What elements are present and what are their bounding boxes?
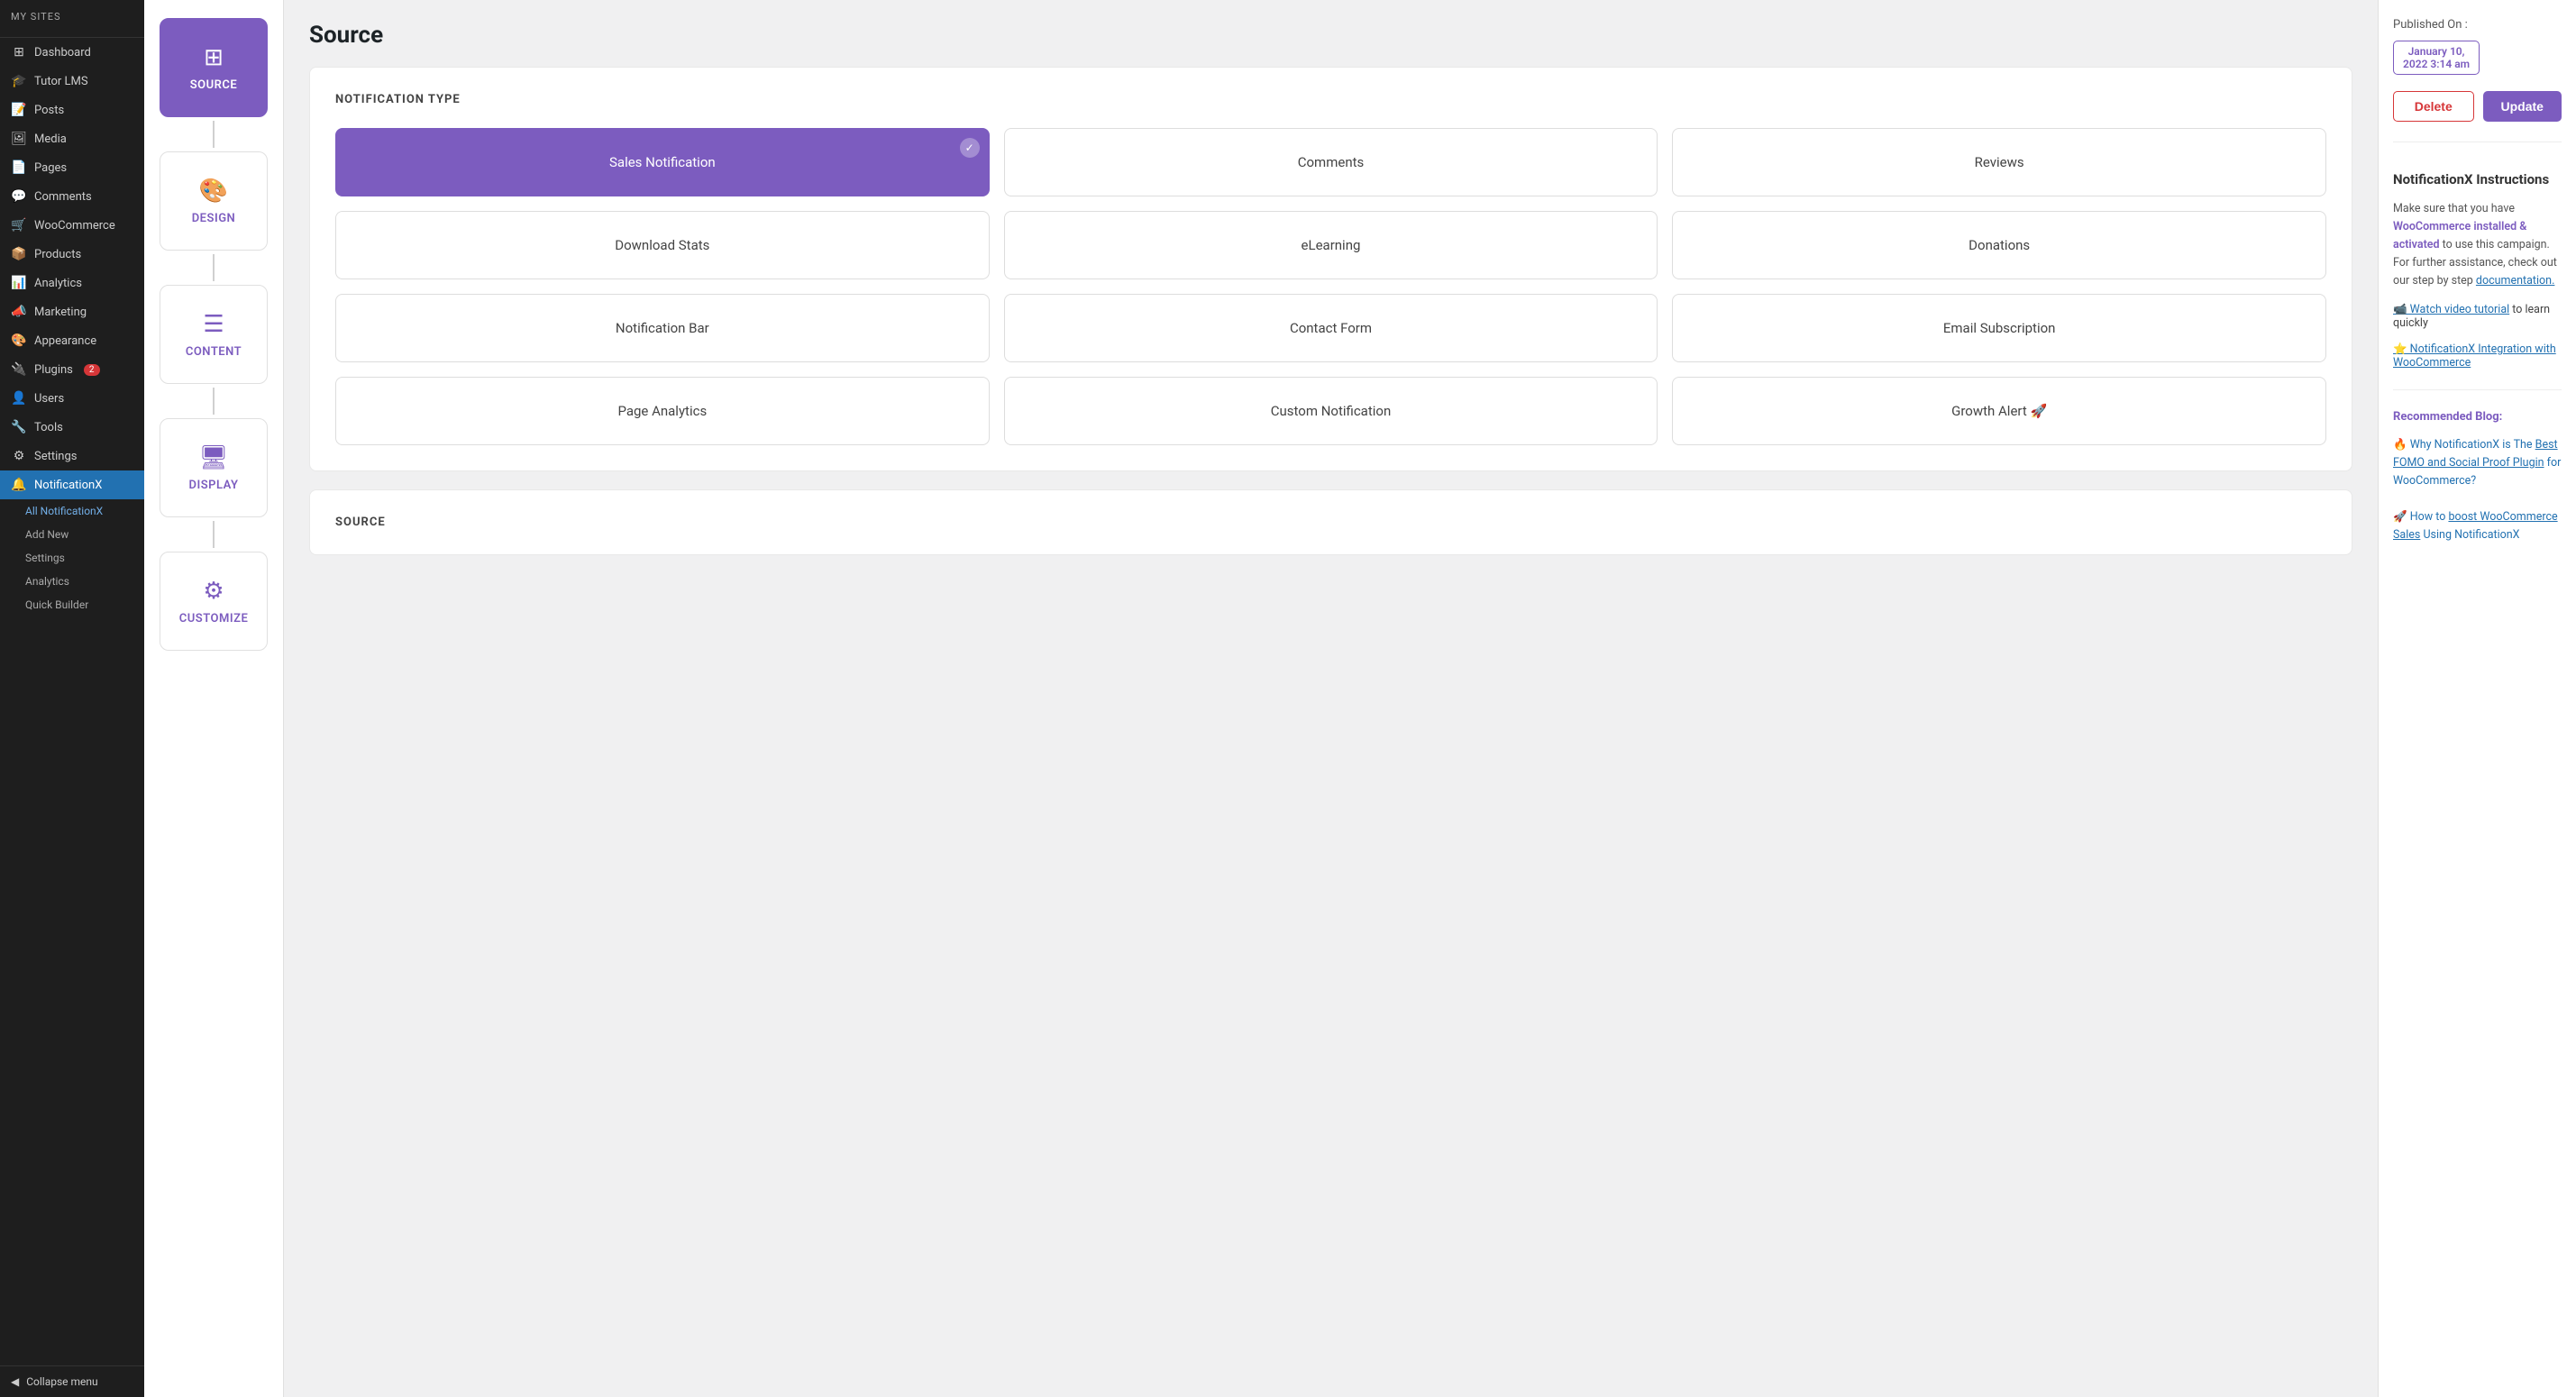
content-step-icon: ☰ bbox=[203, 311, 224, 338]
wizard-step-display: 🖥 DISPLAY bbox=[153, 418, 274, 552]
wizard-connector-3 bbox=[213, 388, 215, 415]
plugins-icon: 🔌 bbox=[11, 362, 27, 377]
notif-card-download-stats[interactable]: Download Stats bbox=[335, 211, 990, 279]
sidebar-item-plugins[interactable]: 🔌 Plugins 2 bbox=[0, 355, 144, 384]
sidebar-item-settings[interactable]: ⚙ Settings bbox=[0, 442, 144, 470]
design-step-icon: 🎨 bbox=[199, 178, 228, 205]
wizard-step-source: ⊞ SOURCE bbox=[153, 18, 274, 151]
content-area: Source NOTIFICATION TYPE ✓ Sales Notific… bbox=[284, 0, 2378, 1397]
notificationx-icon: 🔔 bbox=[11, 478, 27, 492]
sidebar-item-products[interactable]: 📦 Products bbox=[0, 240, 144, 269]
delete-button[interactable]: Delete bbox=[2393, 91, 2474, 122]
wizard-step-customize: ⚙ CUSTOMIZE bbox=[153, 552, 274, 651]
source-section-title: SOURCE bbox=[335, 516, 2326, 529]
posts-icon: 📝 bbox=[11, 103, 27, 117]
tools-icon: 🔧 bbox=[11, 420, 27, 434]
notif-card-contact-form[interactable]: Contact Form bbox=[1004, 294, 1658, 362]
sidebar-sub-add-new[interactable]: Add New bbox=[0, 523, 144, 546]
users-icon: 👤 bbox=[11, 391, 27, 406]
wizard-step-display-card[interactable]: 🖥 DISPLAY bbox=[160, 418, 268, 517]
blog-link-2: 🚀 How to boost WooCommerce Sales Using N… bbox=[2393, 508, 2562, 544]
wizard-step-source-card[interactable]: ⊞ SOURCE bbox=[160, 18, 268, 117]
wordpress-sidebar: My Sites ⊞ Dashboard 🎓 Tutor LMS 📝 Posts… bbox=[0, 0, 144, 1397]
collapse-icon: ◀ bbox=[11, 1375, 19, 1388]
sidebar-sub-settings[interactable]: Settings bbox=[0, 546, 144, 570]
sidebar-item-pages[interactable]: 📄 Pages bbox=[0, 153, 144, 182]
pages-icon: 📄 bbox=[11, 160, 27, 175]
wizard-connector-2 bbox=[213, 254, 215, 281]
comments-icon: 💬 bbox=[11, 189, 27, 204]
instructions-title: NotificationX Instructions bbox=[2393, 171, 2562, 187]
wizard-step-customize-card[interactable]: ⚙ CUSTOMIZE bbox=[160, 552, 268, 651]
page-title: Source bbox=[309, 22, 2352, 49]
sidebar-item-notificationx[interactable]: 🔔 NotificationX bbox=[0, 470, 144, 499]
notif-card-growth-alert[interactable]: Growth Alert 🚀 bbox=[1672, 377, 2326, 445]
dashboard-icon: ⊞ bbox=[11, 45, 27, 59]
sidebar-item-tutor-lms[interactable]: 🎓 Tutor LMS bbox=[0, 67, 144, 96]
published-on-label: Published On : bbox=[2393, 18, 2468, 32]
watch-video-link[interactable]: 📹 Watch video tutorial bbox=[2393, 303, 2509, 316]
right-panel: Published On : January 10,2022 3:14 am D… bbox=[2378, 0, 2576, 1397]
published-on-date: January 10,2022 3:14 am bbox=[2393, 41, 2480, 75]
notif-card-donations[interactable]: Donations bbox=[1672, 211, 2326, 279]
settings-icon: ⚙ bbox=[11, 449, 27, 463]
instructions-body: Make sure that you have WooCommerce inst… bbox=[2393, 200, 2562, 290]
main-area: ⊞ SOURCE 🎨 DESIGN ☰ CONTENT 🖥 DISP bbox=[144, 0, 2576, 1397]
woocommerce-icon: 🛒 bbox=[11, 218, 27, 233]
notif-card-custom-notification[interactable]: Custom Notification bbox=[1004, 377, 1658, 445]
plugins-badge: 2 bbox=[84, 364, 100, 376]
sidebar-item-comments[interactable]: 💬 Comments bbox=[0, 182, 144, 211]
appearance-icon: 🎨 bbox=[11, 333, 27, 348]
display-step-icon: 🖥 bbox=[198, 444, 228, 471]
sidebar-item-marketing[interactable]: 📣 Marketing bbox=[0, 297, 144, 326]
notification-type-section-title: NOTIFICATION TYPE bbox=[335, 93, 2326, 106]
blog-link-1: 🔥 Why NotificationX is The Best FOMO and… bbox=[2393, 436, 2562, 490]
recommended-blog-title: Recommended Blog: bbox=[2393, 410, 2562, 424]
integration-link[interactable]: ⭐ NotificationX Integration with WooComm… bbox=[2393, 342, 2556, 370]
check-icon: ✓ bbox=[960, 138, 980, 158]
notif-card-elearning[interactable]: eLearning bbox=[1004, 211, 1658, 279]
source-step-icon: ⊞ bbox=[204, 44, 224, 71]
wizard-step-design: 🎨 DESIGN bbox=[153, 151, 274, 285]
media-icon: 🖼 bbox=[11, 132, 27, 146]
analytics-icon: 📊 bbox=[11, 276, 27, 290]
products-icon: 📦 bbox=[11, 247, 27, 261]
integration-row: ⭐ NotificationX Integration with WooComm… bbox=[2393, 342, 2562, 370]
sidebar-item-woocommerce[interactable]: 🛒 WooCommerce bbox=[0, 211, 144, 240]
tutor-lms-icon: 🎓 bbox=[11, 74, 27, 88]
sidebar-sub-quick-builder[interactable]: Quick Builder bbox=[0, 593, 144, 616]
notif-card-notification-bar[interactable]: Notification Bar bbox=[335, 294, 990, 362]
divider-2 bbox=[2393, 389, 2562, 390]
sidebar-sub-all-notificationx[interactable]: All NotificationX bbox=[0, 499, 144, 523]
notif-card-email-subscription[interactable]: Email Subscription bbox=[1672, 294, 2326, 362]
notification-type-grid: ✓ Sales Notification Comments Reviews Do… bbox=[335, 128, 2326, 445]
watch-video-row: 📹 Watch video tutorial to learn quickly bbox=[2393, 303, 2562, 330]
wizard-step-design-card[interactable]: 🎨 DESIGN bbox=[160, 151, 268, 251]
documentation-link[interactable]: documentation. bbox=[2476, 274, 2554, 288]
update-button[interactable]: Update bbox=[2483, 91, 2562, 122]
sidebar-item-users[interactable]: 👤 Users bbox=[0, 384, 144, 413]
sidebar-item-appearance[interactable]: 🎨 Appearance bbox=[0, 326, 144, 355]
wizard-sidebar: ⊞ SOURCE 🎨 DESIGN ☰ CONTENT 🖥 DISP bbox=[144, 0, 284, 1397]
notif-card-reviews[interactable]: Reviews bbox=[1672, 128, 2326, 196]
notif-card-comments[interactable]: Comments bbox=[1004, 128, 1658, 196]
sidebar-item-analytics[interactable]: 📊 Analytics bbox=[0, 269, 144, 297]
wizard-connector-4 bbox=[213, 521, 215, 548]
marketing-icon: 📣 bbox=[11, 305, 27, 319]
sidebar-item-dashboard[interactable]: ⊞ Dashboard bbox=[0, 38, 144, 67]
wizard-connector-1 bbox=[213, 121, 215, 148]
wizard-step-content: ☰ CONTENT bbox=[153, 285, 274, 418]
customize-step-icon: ⚙ bbox=[203, 578, 224, 605]
source-section: SOURCE bbox=[309, 489, 2352, 555]
sidebar-item-tools[interactable]: 🔧 Tools bbox=[0, 413, 144, 442]
sidebar-item-posts[interactable]: 📝 Posts bbox=[0, 96, 144, 124]
action-buttons: Delete Update bbox=[2393, 91, 2562, 122]
collapse-menu-button[interactable]: ◀ Collapse menu bbox=[0, 1366, 144, 1397]
notif-card-page-analytics[interactable]: Page Analytics bbox=[335, 377, 990, 445]
wizard-step-content-card[interactable]: ☰ CONTENT bbox=[160, 285, 268, 384]
notif-card-sales-notification[interactable]: ✓ Sales Notification bbox=[335, 128, 990, 196]
sidebar-sub-analytics[interactable]: Analytics bbox=[0, 570, 144, 593]
sidebar-item-media[interactable]: 🖼 Media bbox=[0, 124, 144, 153]
notification-type-section: NOTIFICATION TYPE ✓ Sales Notification C… bbox=[309, 67, 2352, 471]
